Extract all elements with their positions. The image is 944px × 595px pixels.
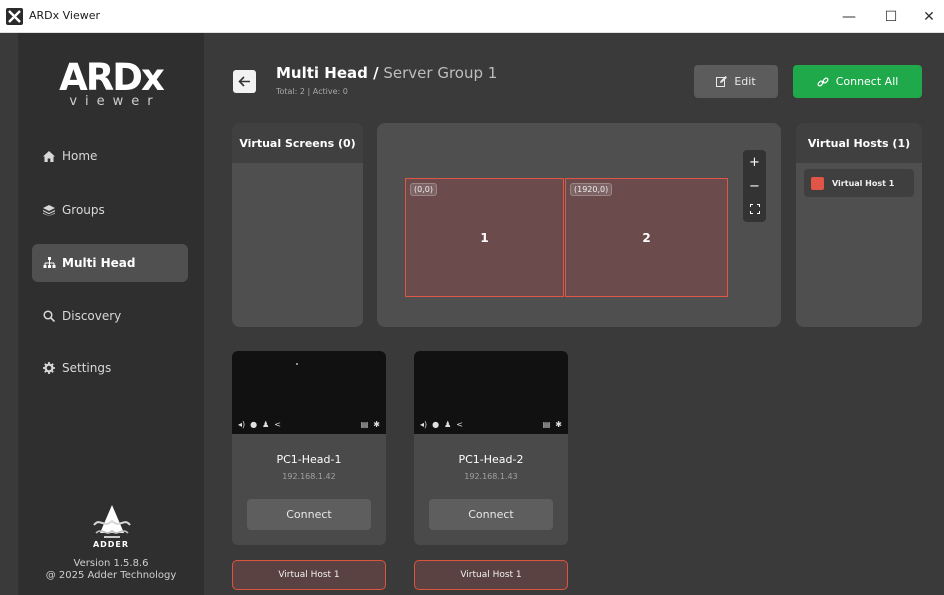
location-icon: ● <box>432 420 440 429</box>
virtual-screens-title: Virtual Screens (0) <box>232 123 363 163</box>
gear-icon <box>42 362 56 374</box>
screen-tile-1[interactable]: (0,0) 1 <box>405 178 564 297</box>
device-status-bar: ◂) ● ♟ < ▤ ✱ <box>232 415 386 434</box>
sidebar-item-label: Home <box>62 149 98 163</box>
device-card[interactable]: ◂) ● ♟ < ▤ ✱ PC1-Head-2 192.168.1.43 Con… <box>414 351 568 545</box>
zoom-out-button[interactable]: − <box>743 174 766 198</box>
connect-all-button[interactable]: Connect All <box>793 65 922 98</box>
gear-icon: ✱ <box>373 420 380 429</box>
sidebar-item-home[interactable]: Home <box>32 137 188 175</box>
zoom-in-button[interactable]: + <box>743 150 766 174</box>
group-name: Server Group 1 <box>383 64 498 82</box>
edit-button[interactable]: Edit <box>694 65 778 98</box>
minimize-button[interactable]: — <box>826 0 872 33</box>
virtual-hosts-panel: Virtual Hosts (1) <box>796 123 922 327</box>
sidebar: ARDx viewer Home Groups Multi Head Disco… <box>18 33 204 595</box>
link-icon <box>817 76 829 88</box>
fit-view-button[interactable] <box>743 198 766 222</box>
logo-sub: viewer <box>69 94 161 109</box>
sidebar-item-label: Discovery <box>62 309 122 323</box>
sidebar-item-label: Multi Head <box>62 256 136 270</box>
share-icon: < <box>456 420 463 429</box>
sidebar-item-settings[interactable]: Settings <box>32 349 188 387</box>
device-status-bar: ◂) ● ♟ < ▤ ✱ <box>414 415 568 434</box>
back-button[interactable] <box>233 70 256 93</box>
screen-coord: (0,0) <box>410 183 437 196</box>
device-name: PC1-Head-2 <box>458 453 524 466</box>
connect-button[interactable]: Connect <box>429 499 553 530</box>
edit-icon <box>716 76 728 87</box>
page-title-main: Multi Head / <box>276 64 379 82</box>
device-ip: 192.168.1.42 <box>282 472 336 481</box>
device-name: PC1-Head-1 <box>276 453 342 466</box>
connect-button[interactable]: Connect <box>247 499 371 530</box>
layers-icon <box>42 204 56 216</box>
close-button[interactable]: ✕ <box>906 0 944 33</box>
sidebar-item-label: Settings <box>62 361 112 375</box>
sitemap-icon <box>42 257 56 269</box>
app-icon <box>6 8 23 25</box>
audio-icon: ◂) <box>420 420 428 429</box>
screen-number: 2 <box>642 231 651 245</box>
device-ip: 192.168.1.43 <box>464 472 518 481</box>
screen-coord: (1920,0) <box>570 183 613 196</box>
document-icon: ▤ <box>360 420 369 429</box>
document-icon: ▤ <box>542 420 551 429</box>
screen-number: 1 <box>480 231 489 245</box>
logo-main: ARDx <box>59 56 165 99</box>
virtual-hosts-title: Virtual Hosts (1) <box>796 123 922 163</box>
location-icon: ● <box>250 420 258 429</box>
sidebar-item-groups[interactable]: Groups <box>32 191 188 229</box>
ardx-logo: ARDx viewer <box>18 56 204 110</box>
version-label: Version 1.5.8.6 <box>73 558 149 569</box>
page-subtitle: Total: 2 | Active: 0 <box>276 87 348 96</box>
host-color-swatch <box>811 176 824 190</box>
virtual-screens-panel: Virtual Screens (0) <box>232 123 363 327</box>
search-icon <box>42 310 56 322</box>
virtual-host-select[interactable]: Virtual Host 1 <box>414 560 568 590</box>
device-card[interactable]: ◂) ● ♟ < ▤ ✱ PC1-Head-1 192.168.1.42 Con… <box>232 351 386 545</box>
screen-tile-2[interactable]: (1920,0) 2 <box>565 178 728 297</box>
edit-label: Edit <box>734 75 756 88</box>
window-title: ARDx Viewer <box>29 9 101 22</box>
virtual-host-item[interactable]: Virtual Host 1 <box>804 169 914 197</box>
virtual-host-label: Virtual Host 1 <box>832 178 895 188</box>
version-info: Version 1.5.8.6 @ 2025 Adder Technology <box>18 558 204 582</box>
page-title: Multi Head / Server Group 1 <box>276 64 497 82</box>
sidebar-item-multi-head[interactable]: Multi Head <box>32 244 188 282</box>
sidebar-item-discovery[interactable]: Discovery <box>32 297 188 335</box>
gear-icon: ✱ <box>555 420 562 429</box>
fit-icon <box>749 203 760 218</box>
zoom-controls: + − <box>743 150 766 222</box>
audio-icon: ◂) <box>238 420 246 429</box>
connect-all-label: Connect All <box>835 75 899 88</box>
copyright-label: @ 2025 Adder Technology <box>45 570 177 581</box>
adder-brand: ADDER <box>92 540 130 549</box>
sidebar-item-label: Groups <box>62 203 105 217</box>
arrow-left-icon <box>238 73 251 91</box>
preview-dot <box>296 363 298 365</box>
share-icon: < <box>274 420 281 429</box>
window-titlebar: ARDx Viewer — ☐ ✕ <box>0 0 944 33</box>
home-icon <box>42 150 56 162</box>
virtual-host-select[interactable]: Virtual Host 1 <box>232 560 386 590</box>
user-icon: ♟ <box>262 420 270 429</box>
user-icon: ♟ <box>444 420 452 429</box>
